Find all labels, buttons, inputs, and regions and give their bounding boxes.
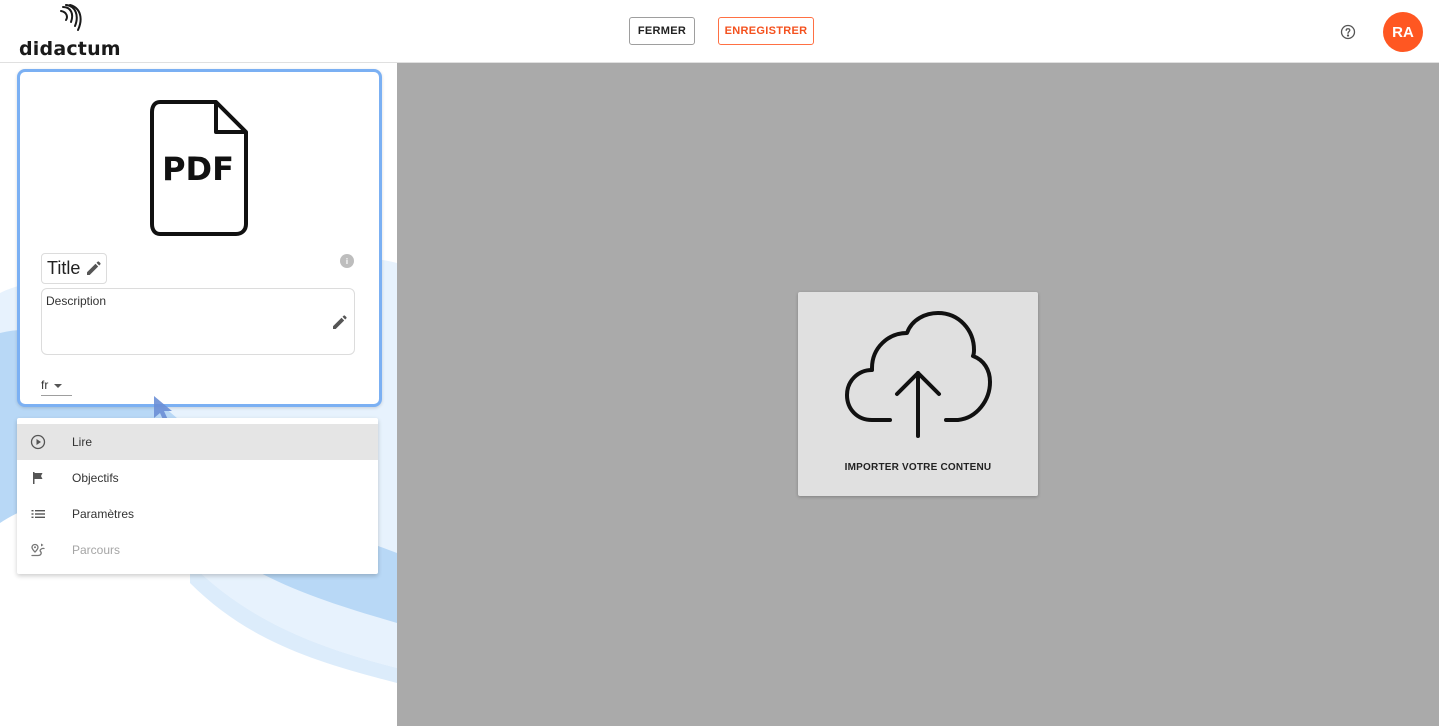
upload-label: IMPORTER VOTRE CONTENU xyxy=(844,462,992,473)
chevron-down-icon xyxy=(54,383,63,388)
menu-item-label: Paramètres xyxy=(72,507,135,521)
upload-content-button[interactable]: IMPORTER VOTRE CONTENU xyxy=(798,292,1038,496)
menu-item-route: Parcours xyxy=(17,532,378,568)
top-bar: didactum FERMER ENREGISTRER RA xyxy=(0,0,1439,63)
list-icon xyxy=(31,510,45,518)
close-button[interactable]: FERMER xyxy=(629,17,695,45)
menu-item-label: Lire xyxy=(72,435,93,449)
help-icon[interactable] xyxy=(1340,24,1356,40)
brand-name: didactum xyxy=(19,38,121,60)
language-select[interactable]: fr xyxy=(41,375,72,396)
menu-item-objectives[interactable]: Objectifs xyxy=(17,460,378,496)
file-type-label: PDF xyxy=(162,150,234,188)
language-value: fr xyxy=(41,378,49,392)
content-card[interactable]: PDF Title i Description fr xyxy=(17,69,382,407)
description-field[interactable]: Description xyxy=(41,288,355,355)
left-panel: PDF Title i Description fr Lire Objectif… xyxy=(0,63,397,726)
pdf-file-icon: PDF xyxy=(150,100,248,236)
flag-icon xyxy=(33,472,43,484)
menu-item-label: Objectifs xyxy=(72,471,119,485)
description-label: Description xyxy=(46,294,107,308)
action-menu: Lire Objectifs Paramètres Parcours xyxy=(17,418,378,574)
content-viewer: IMPORTER VOTRE CONTENU xyxy=(397,63,1439,726)
pencil-icon[interactable] xyxy=(85,260,101,277)
menu-item-read[interactable]: Lire xyxy=(17,424,378,460)
title-field[interactable]: Title xyxy=(41,253,108,284)
route-icon xyxy=(31,543,45,557)
cloud-upload-icon xyxy=(845,311,992,438)
pencil-icon[interactable] xyxy=(331,315,347,331)
menu-item-label: Parcours xyxy=(72,543,121,557)
save-button[interactable]: ENREGISTRER xyxy=(718,17,814,45)
user-avatar[interactable]: RA xyxy=(1383,12,1423,52)
title-text: Title xyxy=(47,258,81,278)
fingerprint-icon xyxy=(60,4,82,31)
info-icon[interactable]: i xyxy=(340,254,354,268)
menu-item-settings[interactable]: Paramètres xyxy=(17,496,378,532)
brand-logo[interactable]: didactum xyxy=(19,4,129,60)
play-circle-icon xyxy=(30,434,46,450)
